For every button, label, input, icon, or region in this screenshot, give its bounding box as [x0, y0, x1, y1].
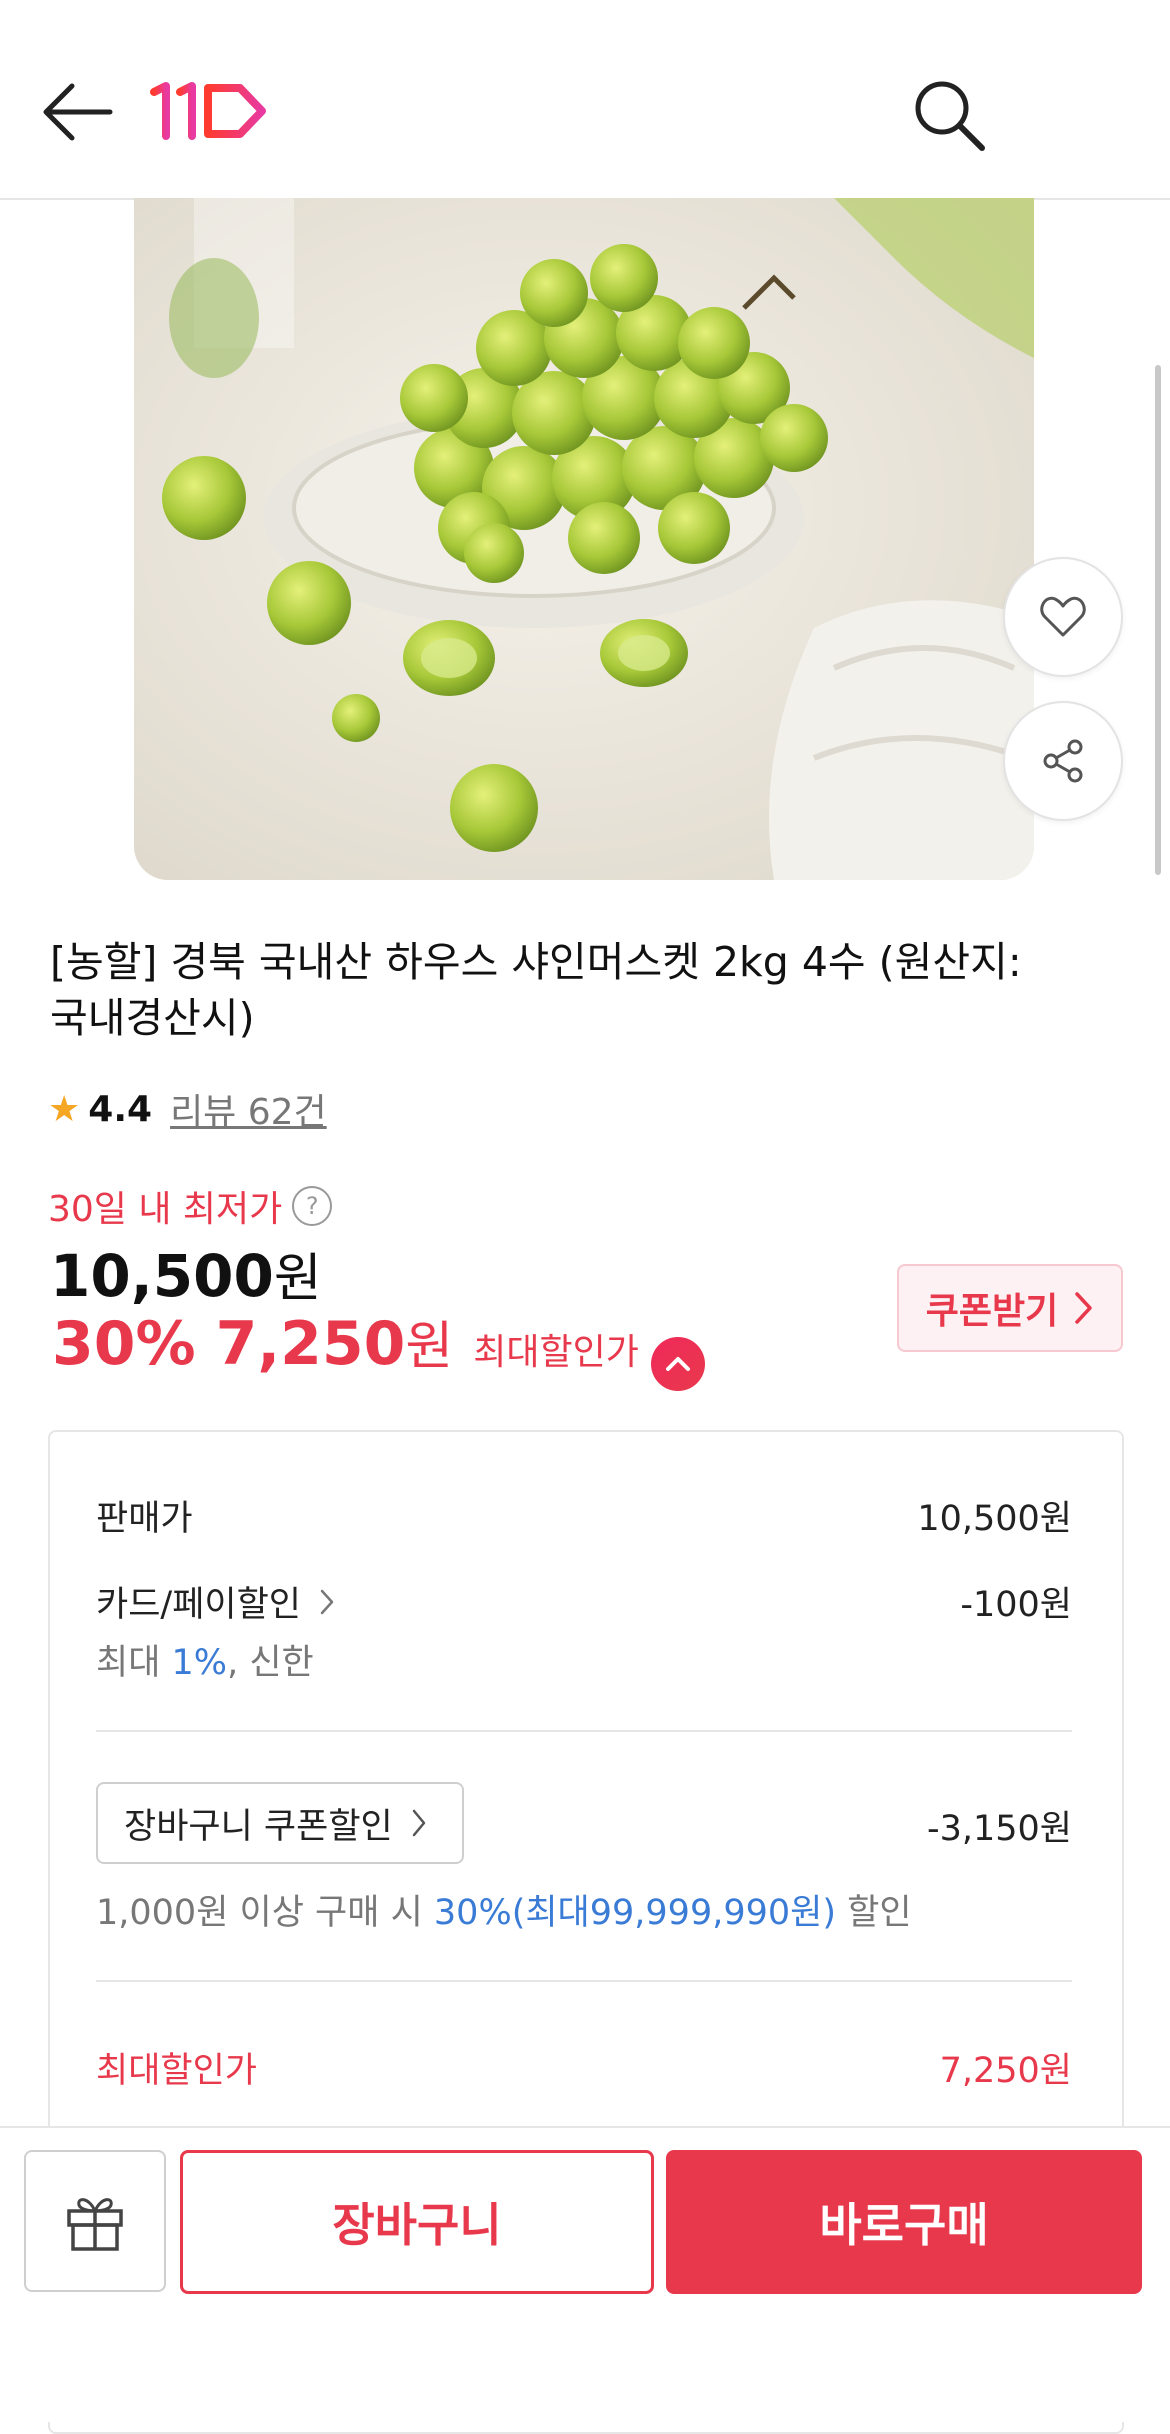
- search-icon: [915, 81, 985, 151]
- card-sub-percent: 1%: [171, 1643, 228, 1683]
- lowest-price-label-row: 30일 내 최저가 ?: [48, 1180, 333, 1232]
- card-sub-suffix: , 신한: [227, 1643, 314, 1683]
- lowest-price-label: 30일 내 최저가: [48, 1189, 283, 1230]
- help-icon[interactable]: ?: [292, 1186, 333, 1226]
- sale-price-value: 10,500원: [917, 1499, 1072, 1539]
- star-icon: ★: [48, 1088, 81, 1130]
- coupon-sub-highlight: 30%(최대99,999,990원): [433, 1893, 837, 1933]
- get-coupon-label: 쿠폰받기: [925, 1291, 1059, 1332]
- back-button[interactable]: [40, 80, 116, 144]
- collapse-button[interactable]: [650, 1337, 705, 1391]
- original-price-value: 10,500: [50, 1242, 274, 1310]
- card-discount-value: -100원: [960, 1585, 1072, 1625]
- sale-price-unit: 원: [405, 1317, 454, 1377]
- max-discount-label: 최대할인가: [473, 1332, 639, 1373]
- heart-icon: [1040, 596, 1086, 637]
- rating-row: ★ 4.4 리뷰 62건: [48, 1083, 327, 1135]
- card-discount-link[interactable]: 카드/페이할인: [96, 1576, 335, 1627]
- chevron-right-icon: [1075, 1292, 1092, 1324]
- card-discount-label: 카드/페이할인: [96, 1585, 301, 1625]
- scrollbar[interactable]: [1155, 365, 1161, 875]
- share-button[interactable]: [1003, 701, 1123, 821]
- app-logo[interactable]: [150, 78, 270, 144]
- get-coupon-button[interactable]: 쿠폰받기: [897, 1264, 1123, 1352]
- rating-score: 4.4: [88, 1088, 153, 1130]
- search-button[interactable]: [912, 78, 986, 152]
- review-count-link[interactable]: 리뷰 62건: [170, 1083, 327, 1135]
- discount-percent: 30%: [52, 1309, 196, 1379]
- product-image[interactable]: [134, 198, 1034, 880]
- arrow-left-icon: [43, 83, 113, 141]
- cart-coupon-sub: 1,000원 이상 구매 시 30%(최대99,999,990원) 할인: [96, 1884, 912, 1935]
- share-icon: [1043, 739, 1083, 783]
- gift-button[interactable]: [24, 2150, 166, 2292]
- grapes-photo-icon: [134, 198, 1034, 880]
- original-price: 10,500원: [50, 1236, 322, 1311]
- buy-now-button[interactable]: 바로구매: [666, 2150, 1142, 2294]
- chevron-right-icon: [320, 1589, 334, 1614]
- divider: [96, 1980, 1072, 1982]
- card-discount-sub: 최대 1%, 신한: [96, 1634, 314, 1685]
- sale-price: 7,250: [215, 1309, 406, 1379]
- divider: [96, 1730, 1072, 1732]
- coupon-sub-suffix: 할인: [836, 1893, 912, 1933]
- chevron-up-icon: [665, 1357, 690, 1371]
- add-to-cart-button[interactable]: 장바구니: [180, 2150, 654, 2294]
- original-price-unit: 원: [273, 1249, 322, 1309]
- cart-coupon-label: 장바구니 쿠폰할인: [124, 1806, 393, 1847]
- sale-price-label: 판매가: [96, 1499, 193, 1539]
- max-discount-row-label: 최대할인가: [96, 2051, 258, 2091]
- sale-price-row: 30% 7,250 원 최대할인가: [52, 1304, 705, 1391]
- chevron-right-icon: [412, 1809, 425, 1837]
- product-title: [농할] 경북 국내산 하우스 샤인머스켓 2kg 4수 (원산지: 국내경산시…: [50, 938, 1022, 1042]
- eleven-street-logo-icon: [150, 82, 266, 140]
- gift-icon: [67, 2198, 123, 2251]
- cart-coupon-button[interactable]: 장바구니 쿠폰할인: [96, 1782, 464, 1864]
- max-discount-row-value: 7,250원: [939, 2051, 1072, 2091]
- cart-coupon-value: -3,150원: [926, 1809, 1072, 1849]
- wishlist-button[interactable]: [1003, 557, 1123, 677]
- coupon-sub-prefix: 1,000원 이상 구매 시: [96, 1893, 434, 1933]
- card-sub-prefix: 최대: [96, 1643, 172, 1683]
